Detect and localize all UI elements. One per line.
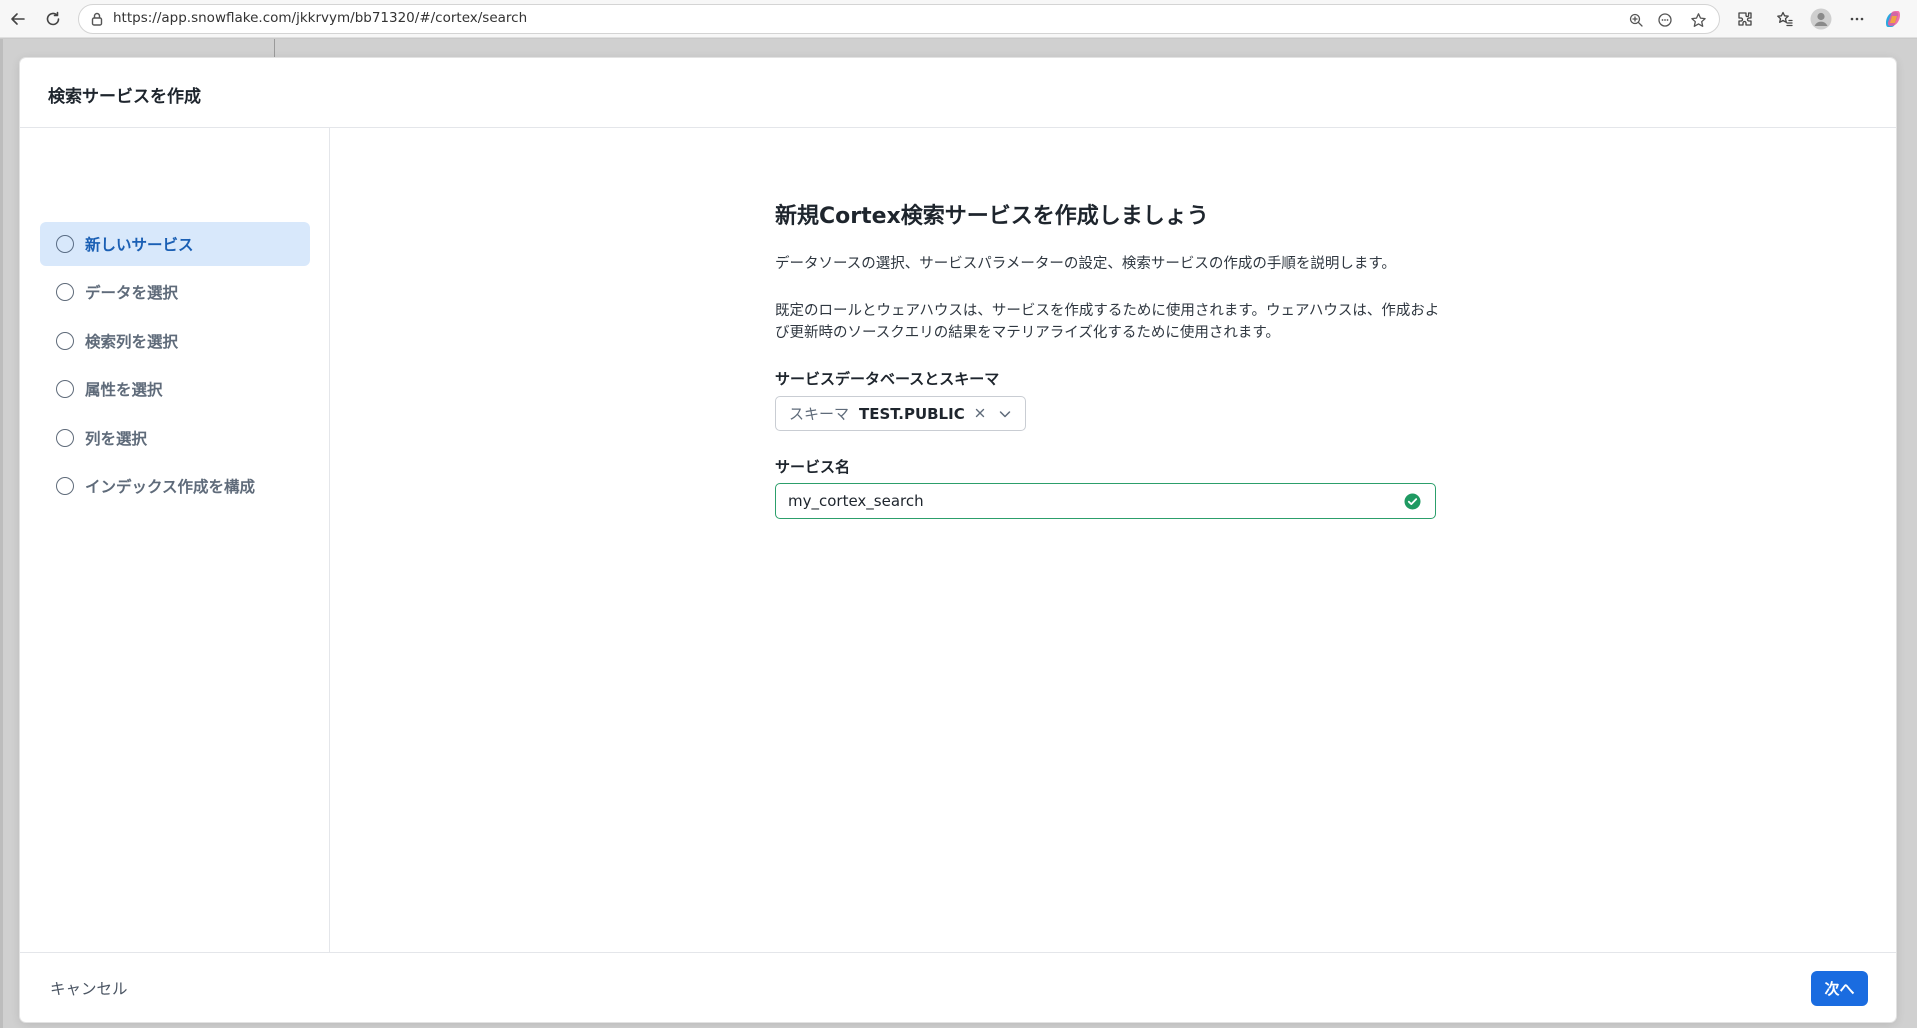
step-select-columns[interactable]: 列を選択: [40, 416, 310, 460]
step-circle-icon: [56, 429, 74, 447]
step-label: 列を選択: [85, 430, 148, 448]
background-edge: [0, 39, 3, 1028]
schema-select[interactable]: スキーマ TEST.PUBLIC: [775, 396, 1026, 431]
modal-title: 検索サービスを作成: [48, 87, 201, 107]
step-circle-icon: [56, 283, 74, 301]
step-label: 検索列を選択: [85, 333, 179, 351]
schema-value: TEST.PUBLIC: [859, 404, 965, 423]
step-new-service[interactable]: 新しいサービス: [40, 222, 310, 266]
step-label: インデックス作成を構成: [85, 478, 256, 496]
step-label: 新しいサービス: [85, 236, 194, 254]
copilot-icon[interactable]: [1880, 6, 1906, 32]
wizard-steps-sidebar: 新しいサービス データを選択 検索列を選択 属性を選択 列を選択 インデックス作…: [20, 128, 330, 952]
check-circle-icon: [1404, 493, 1421, 510]
cancel-button[interactable]: キャンセル: [50, 977, 128, 999]
chevron-down-icon[interactable]: [997, 406, 1013, 422]
reading-mode-icon[interactable]: [1654, 9, 1676, 31]
step-select-search-column[interactable]: 検索列を選択: [40, 319, 310, 363]
content-description-roles: 既定のロールとウェアハウスは、サービスを作成するために使用されます。ウェアハウス…: [775, 303, 1440, 341]
step-select-data[interactable]: データを選択: [40, 270, 310, 314]
content-description: データソースの選択、サービスパラメーターの設定、検索サービスの作成の手順を説明し…: [775, 256, 1396, 272]
step-label: データを選択: [85, 284, 179, 302]
service-name-label: サービス名: [775, 458, 851, 476]
step-label: 属性を選択: [85, 381, 163, 399]
favorite-star-icon[interactable]: [1687, 9, 1709, 31]
next-button[interactable]: 次へ: [1811, 971, 1868, 1006]
favorites-icon[interactable]: [1772, 6, 1798, 32]
schema-prefix-label: スキーマ: [789, 405, 850, 423]
step-circle-icon: [56, 477, 74, 495]
service-name-field[interactable]: [775, 483, 1436, 519]
site-info-icon[interactable]: [89, 11, 105, 27]
modal-footer: キャンセル 次へ: [20, 952, 1896, 1022]
create-search-service-modal: 検索サービスを作成 新しいサービス データを選択 検索列を選択 属性を選択 列を…: [20, 58, 1896, 1022]
step-circle-icon: [56, 332, 74, 350]
refresh-icon[interactable]: [40, 6, 66, 32]
step-circle-icon: [56, 235, 74, 253]
back-icon[interactable]: [5, 6, 31, 32]
address-bar[interactable]: https://app.snowflake.com/jkkrvym/bb7132…: [78, 4, 1720, 34]
step-configure-indexing[interactable]: インデックス作成を構成: [40, 464, 310, 508]
extensions-icon[interactable]: [1732, 6, 1758, 32]
schema-field-label: サービスデータベースとスキーマ: [775, 370, 1000, 388]
zoom-icon[interactable]: [1625, 9, 1647, 31]
modal-header: 検索サービスを作成: [20, 58, 1896, 128]
step-circle-icon: [56, 380, 74, 398]
step-select-attributes[interactable]: 属性を選択: [40, 367, 310, 411]
wizard-content: 新規Cortex検索サービスを作成しましょう データソースの選択、サービスパラメ…: [330, 128, 1896, 952]
background-divider: [274, 39, 275, 57]
clear-icon[interactable]: [972, 405, 988, 421]
profile-avatar[interactable]: [1808, 6, 1834, 32]
more-icon[interactable]: [1844, 6, 1870, 32]
url-text[interactable]: https://app.snowflake.com/jkkrvym/bb7132…: [113, 10, 527, 26]
service-name-input[interactable]: [788, 491, 1388, 511]
content-heading: 新規Cortex検索サービスを作成しましょう: [775, 204, 1209, 229]
browser-toolbar: https://app.snowflake.com/jkkrvym/bb7132…: [0, 0, 1917, 38]
